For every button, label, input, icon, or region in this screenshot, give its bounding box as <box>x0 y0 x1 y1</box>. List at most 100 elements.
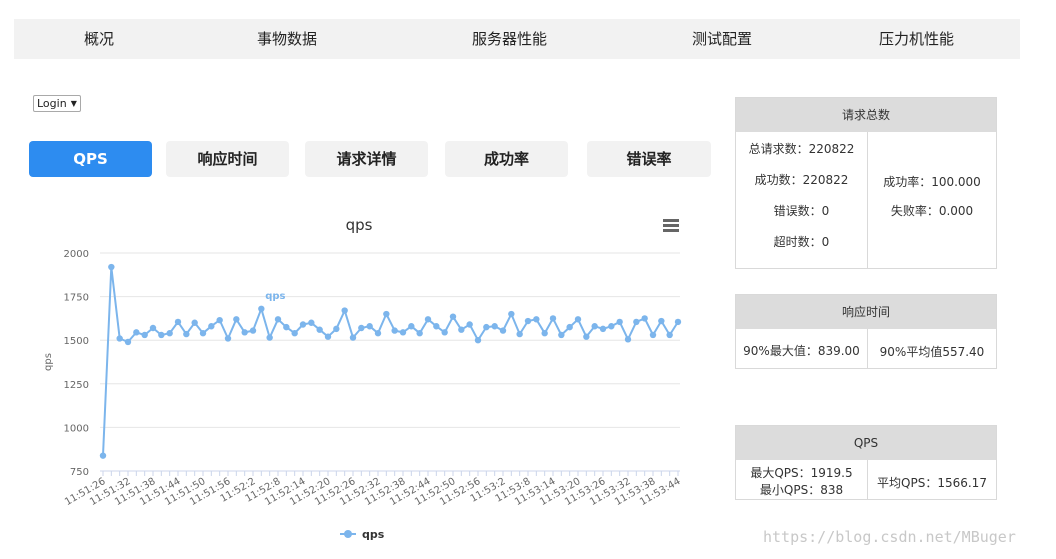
data-point <box>658 317 665 325</box>
top-navigation: 概况 事物数据 服务器性能 测试配置 压力机性能 <box>14 19 1020 59</box>
nav-item-transaction-data[interactable]: 事物数据 <box>257 19 317 59</box>
data-point <box>191 319 198 326</box>
timeout-count-value: 超时数：0 <box>773 235 830 249</box>
chart-title: qps <box>346 216 373 234</box>
error-count-value: 错误数：0 <box>773 204 830 218</box>
data-point <box>366 323 373 330</box>
data-point <box>199 330 207 337</box>
y-tick-label: 1750 <box>64 293 89 304</box>
data-point <box>374 330 382 337</box>
data-point <box>99 452 107 459</box>
nav-item-load-machine-performance[interactable]: 压力机性能 <box>879 19 954 59</box>
data-point <box>449 313 457 320</box>
data-point <box>424 316 432 323</box>
requests-total-panel: 请求总数 总请求数：220822 成功数：220822 错误数：0 超时数：0 … <box>735 97 997 269</box>
tab-qps[interactable]: QPS <box>29 141 152 177</box>
success-count-value: 成功数：220822 <box>754 173 849 187</box>
p90-avg-value: 90%平均值557.40 <box>879 345 985 359</box>
data-point <box>624 336 632 343</box>
data-point <box>258 305 265 313</box>
data-point <box>108 263 115 271</box>
p90-max-value: 90%最大值：839.00 <box>743 344 860 358</box>
data-point <box>216 316 223 324</box>
nav-item-overview[interactable]: 概况 <box>84 19 114 59</box>
data-point <box>541 330 548 337</box>
data-point <box>599 325 607 333</box>
data-point <box>616 318 623 326</box>
data-point <box>391 327 398 334</box>
y-tick-label: 2000 <box>64 249 89 260</box>
y-tick-label: 1000 <box>64 423 89 434</box>
max-qps-value: 最大QPS：1919.5 <box>750 466 853 480</box>
data-point <box>466 321 473 328</box>
data-point <box>116 335 123 342</box>
data-point <box>583 333 590 340</box>
data-point <box>524 317 532 325</box>
data-point <box>508 310 515 318</box>
data-point <box>349 334 357 341</box>
data-point <box>591 323 598 330</box>
response-time-panel: 响应时间 90%最大值：839.00 90%平均值557.40 <box>735 294 997 369</box>
data-point <box>133 329 140 336</box>
data-point <box>383 310 390 318</box>
data-point <box>316 326 323 333</box>
nav-item-test-config[interactable]: 测试配置 <box>692 19 752 59</box>
qps-chart-svg: qps75010001250150017502000qps11:51:2611:… <box>43 216 683 541</box>
data-point <box>241 329 248 336</box>
qps-panel: QPS 最大QPS：1919.5 最小QPS：838 平均QPS：1566.17 <box>735 425 997 500</box>
data-label: qps <box>265 291 285 302</box>
tab-success-rate[interactable]: 成功率 <box>445 141 568 177</box>
chart-menu-icon[interactable] <box>663 219 679 233</box>
avg-qps-value: 平均QPS：1566.17 <box>877 476 987 490</box>
data-point <box>416 330 423 337</box>
tab-response-time[interactable]: 响应时间 <box>166 141 289 177</box>
data-point <box>408 323 415 330</box>
response-time-title: 响应时间 <box>736 295 996 329</box>
y-tick-label: 1500 <box>64 336 89 347</box>
data-point <box>266 334 273 341</box>
total-requests-value: 总请求数：220822 <box>748 142 855 156</box>
legend-label: qps <box>362 528 385 541</box>
tab-error-rate[interactable]: 错误率 <box>587 141 711 177</box>
y-tick-label: 750 <box>70 467 89 478</box>
data-point <box>141 331 148 339</box>
transaction-select[interactable]: Login ▼ <box>33 95 81 112</box>
nav-item-server-performance[interactable]: 服务器性能 <box>472 19 547 59</box>
data-point <box>499 327 507 334</box>
data-point <box>491 323 498 330</box>
qps-chart: qps 750 1000 1250 1500 1750 2000 qps 11:51:26 11:… <box>30 205 710 555</box>
data-point <box>458 326 465 333</box>
data-point <box>558 331 565 339</box>
data-point <box>358 324 365 332</box>
tab-request-details[interactable]: 请求详情 <box>305 141 428 177</box>
data-point <box>549 315 557 322</box>
data-point <box>633 318 640 326</box>
data-point <box>474 337 482 344</box>
transaction-select-value: Login <box>37 97 67 110</box>
data-point <box>249 327 257 334</box>
data-point <box>324 333 332 340</box>
data-point <box>291 330 298 337</box>
data-point <box>224 335 232 342</box>
success-rate-value: 成功率：100.000 <box>883 175 981 189</box>
data-point <box>149 324 157 332</box>
data-point <box>333 325 340 333</box>
data-point <box>308 319 315 326</box>
data-point <box>566 323 573 331</box>
data-point <box>533 316 540 323</box>
data-point <box>166 330 173 337</box>
data-point <box>274 316 282 323</box>
data-point <box>574 316 582 323</box>
qps-panel-title: QPS <box>736 426 996 460</box>
data-point <box>641 315 648 322</box>
data-point <box>299 321 307 328</box>
data-point <box>124 338 132 346</box>
data-point <box>183 330 190 338</box>
data-point <box>441 329 448 336</box>
data-point <box>208 323 215 330</box>
data-point <box>516 330 523 338</box>
data-point <box>674 318 682 326</box>
data-point <box>649 331 657 339</box>
data-point <box>341 307 348 314</box>
data-point <box>433 323 440 330</box>
